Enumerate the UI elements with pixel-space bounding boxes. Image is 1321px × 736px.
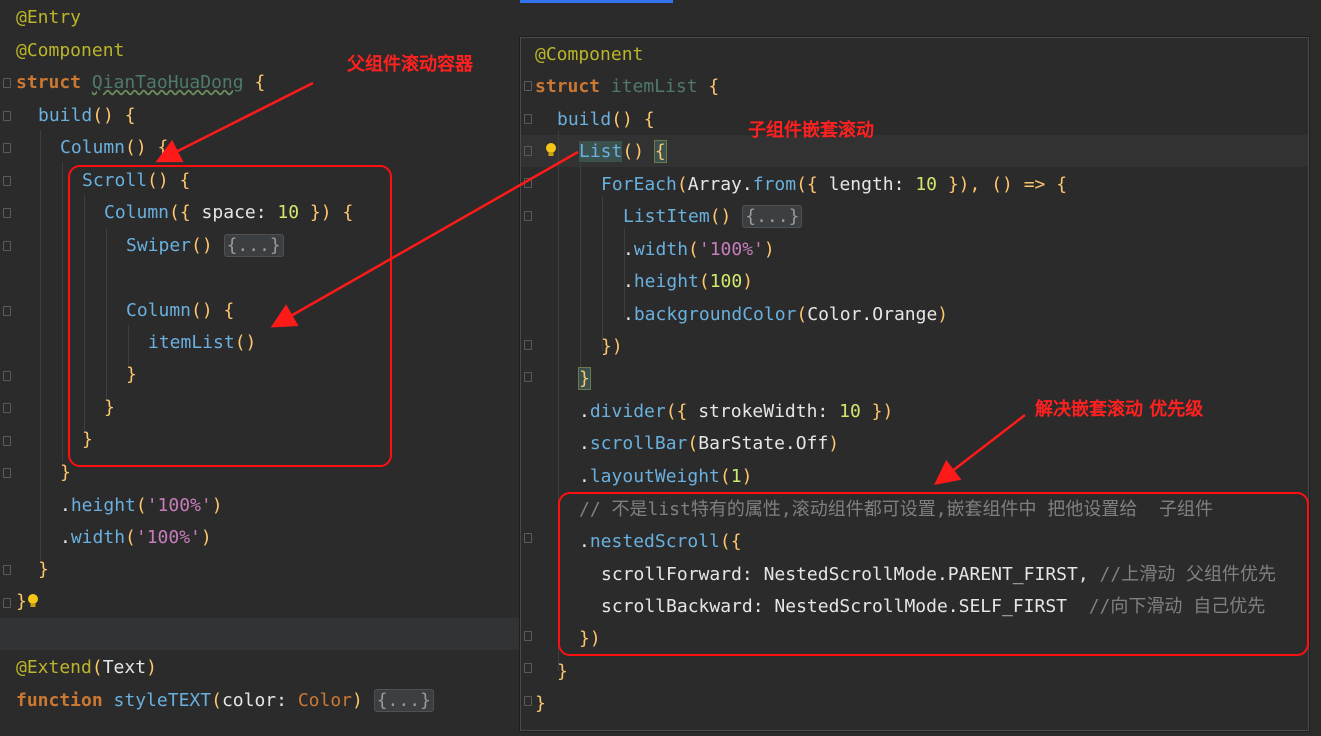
arrow-to-itemlist — [270, 150, 579, 328]
arrow-to-column — [155, 81, 314, 163]
arrow-to-nested-scroll — [934, 414, 1026, 486]
annotation-arrows — [155, 81, 1026, 486]
